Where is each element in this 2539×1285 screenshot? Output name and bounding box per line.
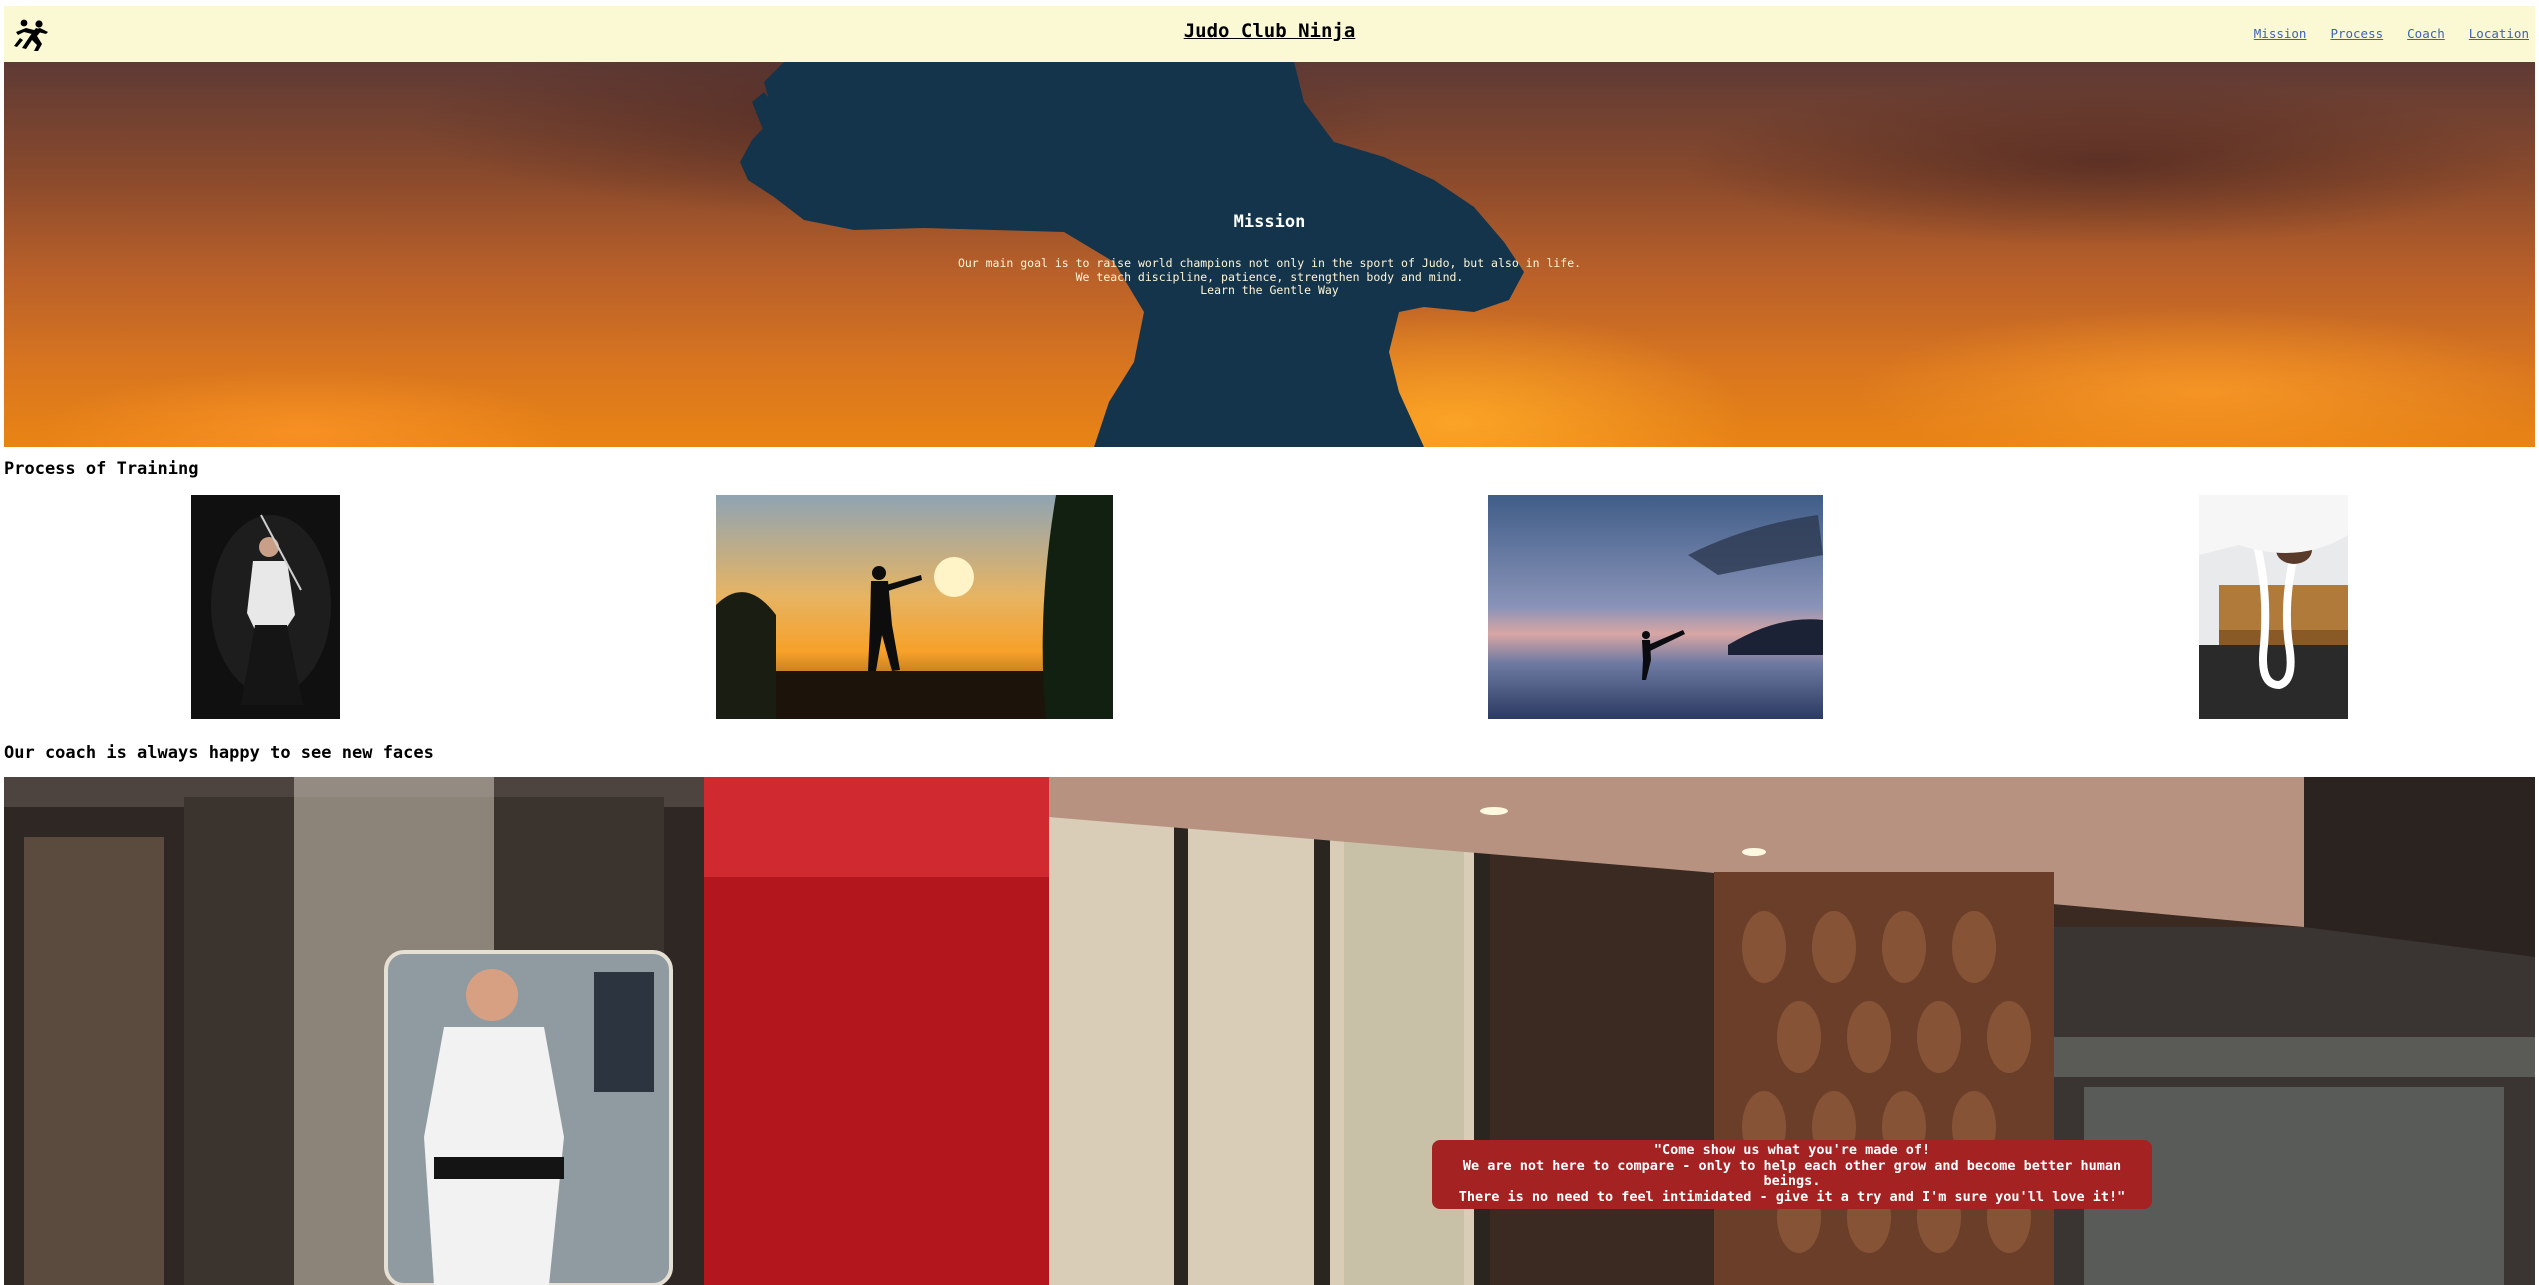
coach-quote: "Come show us what you're made of! We ar… bbox=[1432, 1140, 2152, 1209]
process-heading: Process of Training bbox=[4, 459, 199, 479]
training-photo-beach-kick bbox=[1488, 495, 1823, 719]
site-title[interactable]: Judo Club Ninja bbox=[4, 20, 2535, 42]
coach-quote-line-2: We are not here to compare - only to hel… bbox=[1462, 1157, 2122, 1189]
mission-line-teach: We teach discipline, patience, strengthe… bbox=[1075, 269, 1464, 284]
coach-heading: Our coach is always happy to see new fac… bbox=[4, 743, 434, 763]
site-header: Judo Club Ninja Mission Process Coach Lo… bbox=[4, 6, 2535, 62]
mission-line-gentle-way: Learn the Gentle Way bbox=[1200, 283, 1339, 297]
nav-link-location[interactable]: Location bbox=[2469, 26, 2529, 41]
training-photo-sunset-punch bbox=[716, 495, 1113, 719]
training-photo-sword bbox=[191, 495, 340, 719]
training-photo-belt bbox=[2199, 495, 2348, 719]
mission-line-goal: Our main goal is to raise world champion… bbox=[957, 256, 1582, 270]
main-nav: Mission Process Coach Location bbox=[2254, 26, 2529, 41]
martial-artist-silhouette bbox=[740, 62, 1524, 447]
coach-quote-line-3: There is no need to feel intimidated - g… bbox=[1458, 1188, 2126, 1205]
mission-text: Our main goal is to raise world champion… bbox=[4, 256, 2535, 298]
coach-quote-line-1: "Come show us what you're made of! bbox=[1653, 1142, 1931, 1158]
nav-link-coach[interactable]: Coach bbox=[2407, 26, 2445, 41]
coach-photo bbox=[4, 777, 2535, 1285]
mission-hero: Mission Our main goal is to raise world … bbox=[4, 62, 2535, 447]
nav-link-mission[interactable]: Mission bbox=[2254, 26, 2307, 41]
mission-title: Mission bbox=[1233, 212, 1306, 232]
nav-link-process[interactable]: Process bbox=[2330, 26, 2383, 41]
